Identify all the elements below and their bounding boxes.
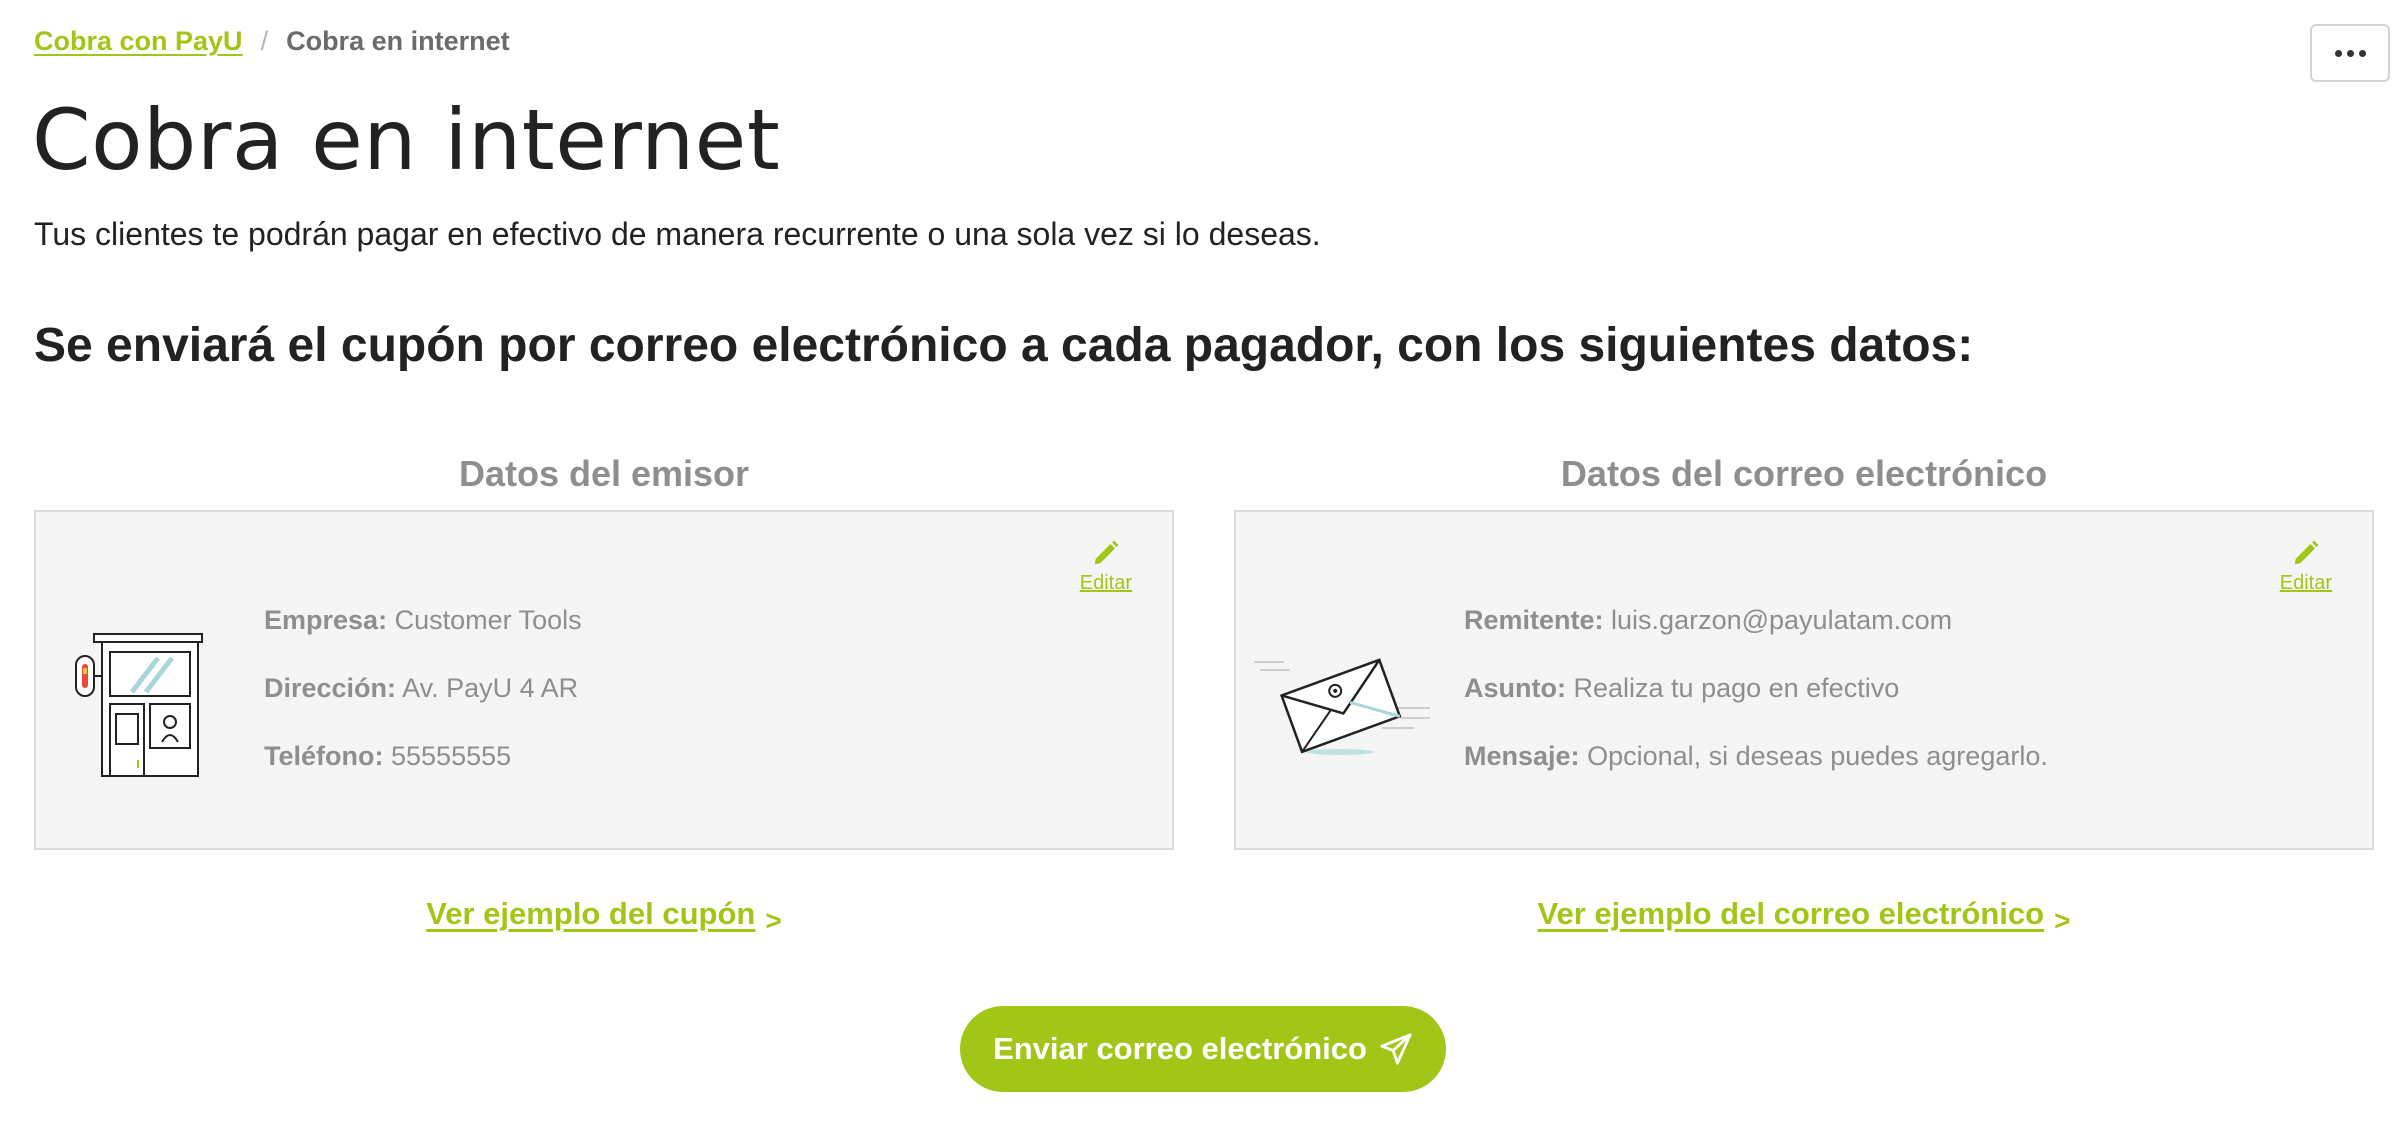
sender-label: Remitente: <box>1464 605 1604 635</box>
view-coupon-example-link[interactable]: Ver ejemplo del cupón > <box>34 896 1174 936</box>
subject-label: Asunto: <box>1464 673 1566 703</box>
company-label: Empresa: <box>264 605 388 635</box>
pencil-icon <box>1094 540 1119 565</box>
send-email-button[interactable]: Enviar correo electrónico <box>960 1006 1446 1092</box>
view-email-example-link[interactable]: Ver ejemplo del correo electrónico > <box>1234 896 2374 936</box>
message-value: Opcional, si deseas puedes agregarlo. <box>1587 741 2048 771</box>
email-edit-link[interactable]: Editar <box>2280 538 2332 595</box>
ellipsis-icon <box>2334 49 2366 57</box>
company-value: Customer Tools <box>394 605 582 635</box>
email-card: Editar Remitente: luis.garzon@payulatam.… <box>1234 510 2374 850</box>
send-email-label: Enviar correo electrónico <box>993 1031 1367 1066</box>
issuer-title: Datos del emisor <box>458 453 750 494</box>
address-label: Dirección: <box>264 673 397 703</box>
issuer-phone-row: Teléfono: 55555555 <box>264 738 582 806</box>
breadcrumb-current: Cobra en internet <box>286 26 510 56</box>
email-column: Datos del correo electrónico Editar Remi… <box>1234 452 2374 936</box>
message-label: Mensaje: <box>1464 741 1580 771</box>
breadcrumb: Cobra con PayU / Cobra en internet <box>34 26 510 57</box>
issuer-company-row: Empresa: Customer Tools <box>264 602 582 670</box>
email-subject-row: Asunto: Realiza tu pago en efectivo <box>1464 670 2048 738</box>
breadcrumb-link-cobra-con-payu[interactable]: Cobra con PayU <box>34 26 243 57</box>
breadcrumb-separator: / <box>260 26 269 56</box>
page-subtitle: Tus clientes te podrán pagar en efectivo… <box>34 216 1321 252</box>
view-coupon-example-label: Ver ejemplo del cupón <box>426 896 756 931</box>
phone-value: 55555555 <box>391 741 512 771</box>
chevron-right-icon: > <box>765 905 782 936</box>
issuer-card: Editar Empresa: Customer Tools Dirección… <box>34 510 1174 850</box>
email-sender-row: Remitente: luis.garzon@payulatam.com <box>1464 602 2048 670</box>
pencil-icon <box>2294 540 2319 565</box>
sender-value: luis.garzon@payulatam.com <box>1611 605 1953 635</box>
email-edit-label: Editar <box>2279 572 2332 594</box>
section-heading: Se enviará el cupón por correo electróni… <box>34 319 1974 372</box>
view-email-example-label: Ver ejemplo del correo electrónico <box>1537 896 2045 931</box>
issuer-edit-label: Editar <box>1079 572 1132 594</box>
subject-value: Realiza tu pago en efectivo <box>1573 673 1900 703</box>
paper-plane-icon <box>1380 1033 1412 1065</box>
issuer-edit-link[interactable]: Editar <box>1080 538 1132 595</box>
more-options-button[interactable] <box>2310 24 2390 82</box>
issuer-details: Empresa: Customer Tools Dirección: Av. P… <box>264 602 582 806</box>
storefront-illustration <box>75 633 203 777</box>
issuer-column: Datos del emisor Editar Empresa: Custome… <box>34 452 1174 936</box>
envelope-illustration <box>1254 658 1430 755</box>
email-details: Remitente: luis.garzon@payulatam.com Asu… <box>1464 602 2048 806</box>
chevron-right-icon: > <box>2054 905 2071 936</box>
phone-label: Teléfono: <box>264 741 384 771</box>
page-title: Cobra en internet <box>32 91 781 189</box>
address-value: Av. PayU 4 AR <box>402 673 579 703</box>
email-message-row: Mensaje: Opcional, si deseas puedes agre… <box>1464 738 2048 806</box>
issuer-address-row: Dirección: Av. PayU 4 AR <box>264 670 582 738</box>
email-title: Datos del correo electrónico <box>1560 453 2048 494</box>
